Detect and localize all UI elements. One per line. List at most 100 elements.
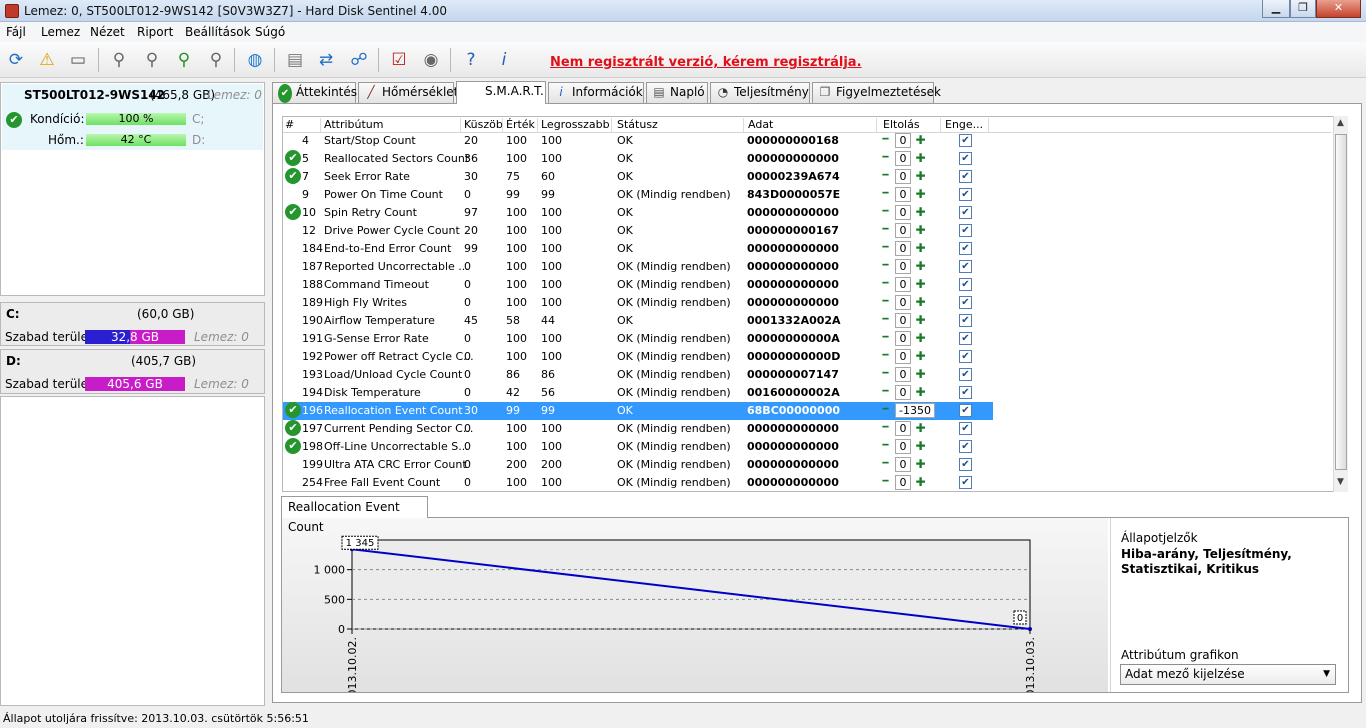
table-row[interactable]: 193 Load/Unload Cycle Count 0 86 86 OK (Mindi… bbox=[283, 366, 993, 384]
offset-input[interactable]: 0 bbox=[895, 457, 911, 472]
offset-input[interactable]: 0 bbox=[895, 367, 911, 382]
offset-decrease-button[interactable]: ━ bbox=[878, 367, 893, 382]
offset-increase-button[interactable]: ✚ bbox=[913, 151, 928, 166]
col-id[interactable]: # bbox=[285, 118, 294, 131]
offset-input[interactable]: 0 bbox=[895, 385, 911, 400]
enabled-checkbox[interactable]: ✔ bbox=[959, 458, 972, 471]
satellite-dish-tools-icon[interactable]: ⚲ bbox=[203, 47, 229, 73]
offset-input[interactable]: 0 bbox=[895, 205, 911, 220]
partition-d[interactable]: D: (405,7 GB) Szabad terület 405,6 GB Le… bbox=[0, 349, 265, 394]
offset-decrease-button[interactable]: ━ bbox=[878, 259, 893, 274]
menu-view[interactable]: Nézet bbox=[90, 25, 125, 39]
offset-increase-button[interactable]: ✚ bbox=[913, 439, 928, 454]
menu-report[interactable]: Riport bbox=[137, 25, 173, 39]
offset-input[interactable]: 0 bbox=[895, 169, 911, 184]
offset-decrease-button[interactable]: ━ bbox=[878, 169, 893, 184]
offset-decrease-button[interactable]: ━ bbox=[878, 223, 893, 238]
offset-decrease-button[interactable]: ━ bbox=[878, 295, 893, 310]
enabled-checkbox[interactable]: ✔ bbox=[959, 422, 972, 435]
enabled-checkbox[interactable]: ✔ bbox=[959, 476, 972, 489]
offset-increase-button[interactable]: ✚ bbox=[913, 277, 928, 292]
menu-disk[interactable]: Lemez bbox=[41, 25, 80, 39]
disk-icon[interactable]: ▭ bbox=[65, 47, 91, 73]
tab-temperature[interactable]: ╱ Hőmérséklet bbox=[358, 82, 458, 103]
table-scrollbar[interactable]: ▲ ▼ bbox=[1333, 116, 1348, 492]
col-offset[interactable]: Eltolás bbox=[883, 118, 920, 131]
offset-decrease-button[interactable]: ━ bbox=[878, 133, 893, 148]
satellite-dish-check-icon[interactable]: ⚲ bbox=[171, 47, 197, 73]
offset-increase-button[interactable]: ✚ bbox=[913, 259, 928, 274]
tab-information[interactable]: i Információk bbox=[548, 82, 644, 103]
speaker-icon[interactable]: ◉ bbox=[418, 47, 444, 73]
enabled-checkbox[interactable]: ✔ bbox=[959, 332, 972, 345]
offset-input[interactable]: 0 bbox=[895, 295, 911, 310]
offset-decrease-button[interactable]: ━ bbox=[878, 241, 893, 256]
graph-mode-select[interactable]: Adat mező kijelzése ▼ bbox=[1120, 664, 1336, 685]
close-button[interactable]: ✕ bbox=[1316, 0, 1361, 18]
tab-smart[interactable]: S.M.A.R.T. bbox=[456, 81, 546, 104]
enabled-checkbox[interactable]: ✔ bbox=[959, 386, 972, 399]
enabled-checkbox[interactable]: ✔ bbox=[959, 260, 972, 273]
tab-alerts[interactable]: ❐ Figyelmeztetések bbox=[812, 82, 941, 103]
menu-help[interactable]: Súgó bbox=[255, 25, 285, 39]
table-row[interactable]: ✔ 5 Reallocated Sectors Count 36 100 100 OK 000… bbox=[283, 150, 993, 168]
table-row[interactable]: 4 Start/Stop Count 20 100 100 OK 000000000168 ━… bbox=[283, 132, 993, 150]
offset-input[interactable]: 0 bbox=[895, 151, 911, 166]
offset-increase-button[interactable]: ✚ bbox=[913, 457, 928, 472]
scroll-thumb[interactable] bbox=[1335, 134, 1347, 470]
disk-item[interactable]: ST500LT012-9WS142 (465,8 GB) Lemez: 0 ✔ … bbox=[2, 84, 263, 150]
refresh-icon[interactable]: ⟳ bbox=[3, 47, 29, 73]
offset-increase-button[interactable]: ✚ bbox=[913, 475, 928, 490]
enabled-checkbox[interactable]: ✔ bbox=[959, 278, 972, 291]
offset-increase-button[interactable]: ✚ bbox=[913, 367, 928, 382]
offset-input[interactable]: 0 bbox=[895, 349, 911, 364]
info-icon[interactable]: i bbox=[491, 47, 517, 73]
offset-increase-button[interactable]: ✚ bbox=[913, 205, 928, 220]
partition-c[interactable]: C: (60,0 GB) Szabad terület 32,8 GB Leme… bbox=[0, 302, 265, 346]
offset-decrease-button[interactable]: ━ bbox=[878, 475, 893, 490]
enabled-checkbox[interactable]: ✔ bbox=[959, 188, 972, 201]
offset-decrease-button[interactable]: ━ bbox=[878, 349, 893, 364]
enabled-checkbox[interactable]: ✔ bbox=[959, 206, 972, 219]
checklist-icon[interactable]: ☑ bbox=[386, 47, 412, 73]
offset-input[interactable]: 0 bbox=[895, 475, 911, 490]
offset-increase-button[interactable]: ✚ bbox=[913, 385, 928, 400]
col-status[interactable]: Státusz bbox=[617, 118, 658, 131]
table-row[interactable]: 187 Reported Uncorrectable ... 0 100 100 OK (… bbox=[283, 258, 993, 276]
offset-increase-button[interactable]: ✚ bbox=[913, 421, 928, 436]
table-row[interactable]: ✔ 198 Off-Line Uncorrectable S... 0 100 100 OK… bbox=[283, 438, 993, 456]
offset-increase-button[interactable]: ✚ bbox=[913, 331, 928, 346]
offset-increase-button[interactable]: ✚ bbox=[913, 295, 928, 310]
enabled-checkbox[interactable]: ✔ bbox=[959, 134, 972, 147]
satellite-dish-icon[interactable]: ⚲ bbox=[139, 47, 165, 73]
document-icon[interactable]: ▤ bbox=[282, 47, 308, 73]
offset-increase-button[interactable]: ✚ bbox=[913, 187, 928, 202]
offset-input[interactable]: 0 bbox=[895, 133, 911, 148]
enabled-checkbox[interactable]: ✔ bbox=[959, 170, 972, 183]
table-row[interactable]: ✔ 10 Spin Retry Count 97 100 100 OK 00000000000… bbox=[283, 204, 993, 222]
offset-decrease-button[interactable]: ━ bbox=[878, 385, 893, 400]
table-row[interactable]: ✔ 196 Reallocation Event Count 30 99 99 OK 68BC… bbox=[283, 402, 993, 420]
offset-input[interactable]: 0 bbox=[895, 331, 911, 346]
col-data[interactable]: Adat bbox=[748, 118, 773, 131]
table-row[interactable]: 12 Drive Power Cycle Count 20 100 100 OK 00000… bbox=[283, 222, 993, 240]
offset-increase-button[interactable]: ✚ bbox=[913, 133, 928, 148]
table-row[interactable]: 188 Command Timeout 0 100 100 OK (Mindig rend… bbox=[283, 276, 993, 294]
offset-increase-button[interactable]: ✚ bbox=[913, 241, 928, 256]
offset-input[interactable]: 0 bbox=[895, 223, 911, 238]
register-link[interactable]: Nem regisztrált verzió, kérem regisztrál… bbox=[550, 55, 862, 70]
enabled-checkbox[interactable]: ✔ bbox=[959, 314, 972, 327]
enabled-checkbox[interactable]: ✔ bbox=[959, 224, 972, 237]
offset-input[interactable]: 0 bbox=[895, 421, 911, 436]
offset-increase-button[interactable]: ✚ bbox=[913, 349, 928, 364]
offset-input[interactable]: 0 bbox=[895, 439, 911, 454]
offset-input[interactable]: 0 bbox=[895, 187, 911, 202]
offset-decrease-button[interactable]: ━ bbox=[878, 205, 893, 220]
offset-decrease-button[interactable]: ━ bbox=[878, 277, 893, 292]
scroll-down-icon[interactable]: ▼ bbox=[1337, 477, 1344, 487]
enabled-checkbox[interactable]: ✔ bbox=[959, 350, 972, 363]
minimize-button[interactable]: ▁ bbox=[1262, 0, 1290, 18]
offset-decrease-button[interactable]: ━ bbox=[878, 439, 893, 454]
enabled-checkbox[interactable]: ✔ bbox=[959, 296, 972, 309]
offset-decrease-button[interactable]: ━ bbox=[878, 457, 893, 472]
